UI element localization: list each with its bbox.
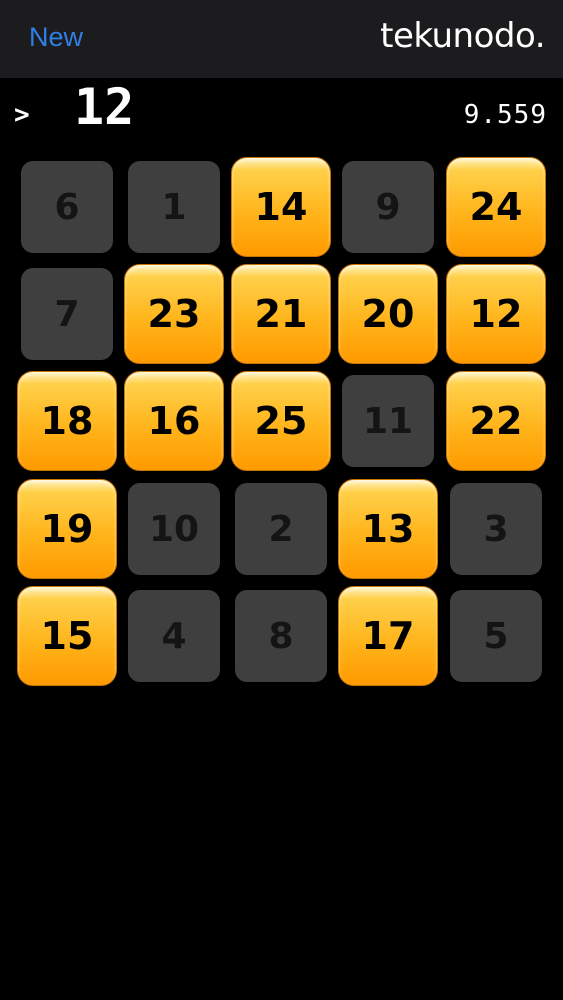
number-tile[interactable]: 1 [128,161,220,253]
number-tile[interactable]: 3 [450,483,542,575]
number-tile[interactable]: 24 [446,157,546,257]
number-tile[interactable]: 9 [342,161,434,253]
number-tile[interactable]: 11 [342,375,434,467]
number-tile[interactable]: 16 [124,371,224,471]
number-tile[interactable]: 12 [446,264,546,364]
number-tile[interactable]: 14 [231,157,331,257]
number-tile[interactable]: 15 [17,586,117,686]
number-tile[interactable]: 18 [17,371,117,471]
number-tile[interactable]: 17 [338,586,438,686]
number-tile[interactable]: 4 [128,590,220,682]
number-tile[interactable]: 25 [231,371,331,471]
number-grid: 6 1 14 9 24 7 23 21 20 12 18 16 25 11 22 19 10 2 13 3 15 4 8 17… [0,0,563,700]
number-tile[interactable]: 19 [17,479,117,579]
number-tile[interactable]: 5 [450,590,542,682]
number-tile[interactable]: 21 [231,264,331,364]
number-tile[interactable]: 8 [235,590,327,682]
number-tile[interactable]: 20 [338,264,438,364]
number-tile[interactable]: 2 [235,483,327,575]
number-tile[interactable]: 6 [21,161,113,253]
number-tile[interactable]: 13 [338,479,438,579]
number-tile[interactable]: 7 [21,268,113,360]
number-tile[interactable]: 23 [124,264,224,364]
number-tile[interactable]: 10 [128,483,220,575]
number-tile[interactable]: 22 [446,371,546,471]
